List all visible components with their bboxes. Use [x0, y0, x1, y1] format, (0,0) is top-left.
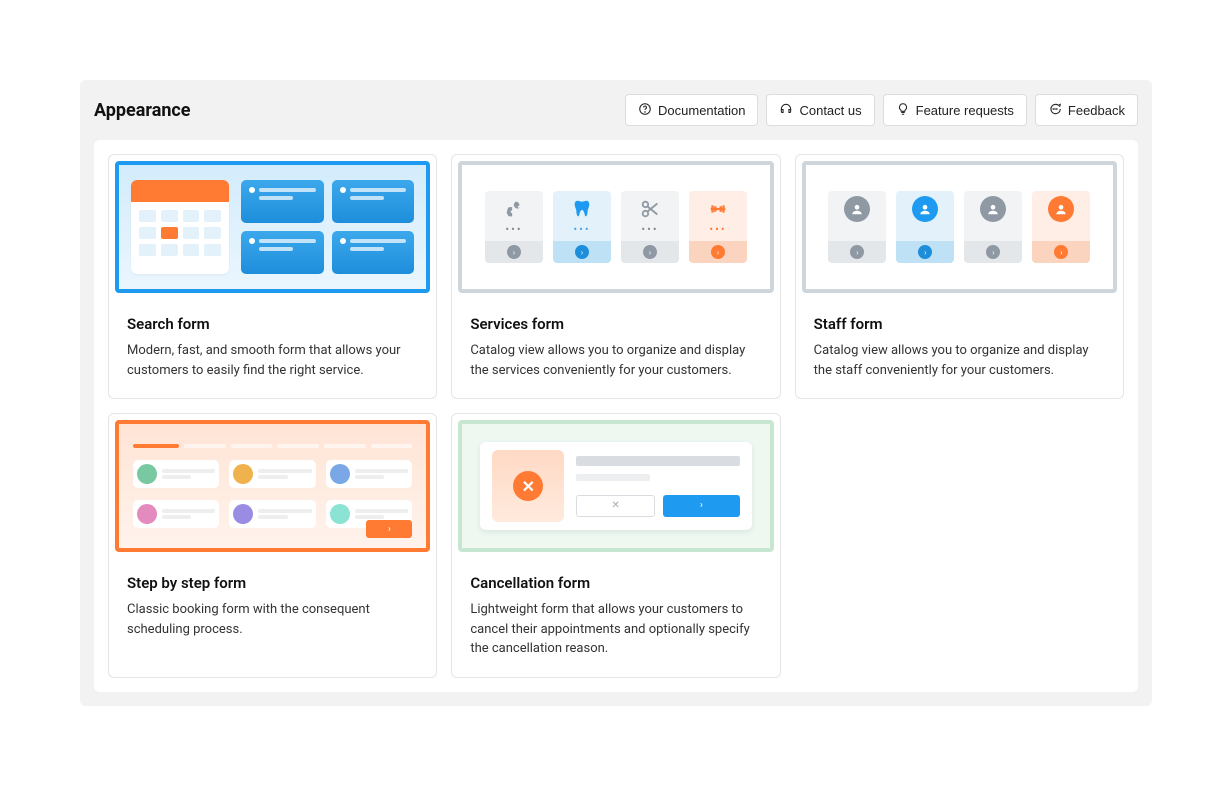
- next-button-icon: ›: [366, 520, 412, 538]
- card-cancellation-form[interactable]: ✕ ✕ ›: [451, 413, 780, 678]
- tooth-icon: [571, 198, 593, 220]
- avatar-icon: [912, 196, 938, 222]
- lightbulb-icon: [896, 102, 910, 118]
- card-title: Step by step form: [127, 574, 418, 592]
- card-description: Modern, fast, and smooth form that allow…: [127, 341, 418, 380]
- feedback-button[interactable]: Feedback: [1035, 94, 1138, 126]
- page-container: Appearance Documentation Contact us: [0, 0, 1232, 706]
- progress-bar-icon: [133, 444, 412, 448]
- dumbbell-icon: [707, 198, 729, 220]
- card-search-form[interactable]: Search form Modern, fast, and smooth for…: [108, 154, 437, 399]
- panel-header: Appearance Documentation Contact us: [94, 94, 1138, 126]
- card-description: Lightweight form that allows your custom…: [470, 600, 761, 659]
- staff-illustration: • › • ›: [802, 161, 1117, 293]
- scissors-icon: [639, 198, 661, 220]
- card-title: Cancellation form: [470, 574, 761, 592]
- headset-icon: [779, 102, 793, 118]
- content-area: Search form Modern, fast, and smooth for…: [94, 140, 1138, 692]
- search-results-icon: [241, 180, 414, 274]
- card-illustration: • › • ›: [796, 155, 1123, 299]
- cancel-circle-icon: ✕: [492, 450, 564, 522]
- avatar-icon: [844, 196, 870, 222]
- services-illustration: ••• › ••• ›: [458, 161, 773, 293]
- appearance-panel: Appearance Documentation Contact us: [80, 80, 1152, 706]
- help-circle-icon: [638, 102, 652, 118]
- card-illustration: ✕ ✕ ›: [452, 414, 779, 558]
- button-label: Contact us: [799, 104, 861, 117]
- card-body: Search form Modern, fast, and smooth for…: [109, 299, 436, 398]
- card-description: Catalog view allows you to organize and …: [470, 341, 761, 380]
- card-step-by-step-form[interactable]: › Step by step form Classic booking form…: [108, 413, 437, 678]
- card-staff-form[interactable]: • › • ›: [795, 154, 1124, 399]
- step-by-step-illustration: ›: [115, 420, 430, 552]
- card-illustration: ••• › ••• ›: [452, 155, 779, 299]
- documentation-button[interactable]: Documentation: [625, 94, 758, 126]
- card-illustration: [109, 155, 436, 299]
- avatar-icon: [980, 196, 1006, 222]
- button-label: Documentation: [658, 104, 745, 117]
- card-body: Staff form Catalog view allows you to or…: [796, 299, 1123, 398]
- card-title: Services form: [470, 315, 761, 333]
- feature-requests-button[interactable]: Feature requests: [883, 94, 1027, 126]
- page-title: Appearance: [94, 100, 191, 121]
- card-title: Search form: [127, 315, 418, 333]
- card-title: Staff form: [814, 315, 1105, 333]
- cards-grid: Search form Modern, fast, and smooth for…: [108, 154, 1124, 678]
- card-body: Cancellation form Lightweight form that …: [452, 558, 779, 677]
- avatar-icon: [1048, 196, 1074, 222]
- cancellation-illustration: ✕ ✕ ›: [458, 420, 773, 552]
- chat-icon: [1048, 102, 1062, 118]
- calendar-icon: [131, 180, 229, 274]
- car-repair-icon: [503, 198, 525, 220]
- header-actions: Documentation Contact us Feature request…: [625, 94, 1138, 126]
- card-services-form[interactable]: ••• › ••• ›: [451, 154, 780, 399]
- contact-us-button[interactable]: Contact us: [766, 94, 874, 126]
- button-label: Feature requests: [916, 104, 1014, 117]
- card-description: Catalog view allows you to organize and …: [814, 341, 1105, 380]
- card-body: Services form Catalog view allows you to…: [452, 299, 779, 398]
- card-body: Step by step form Classic booking form w…: [109, 558, 436, 657]
- dismiss-button-icon: ✕: [576, 495, 655, 517]
- search-illustration: [115, 161, 430, 293]
- confirm-button-icon: ›: [663, 495, 740, 517]
- card-description: Classic booking form with the consequent…: [127, 600, 418, 639]
- card-illustration: ›: [109, 414, 436, 558]
- button-label: Feedback: [1068, 104, 1125, 117]
